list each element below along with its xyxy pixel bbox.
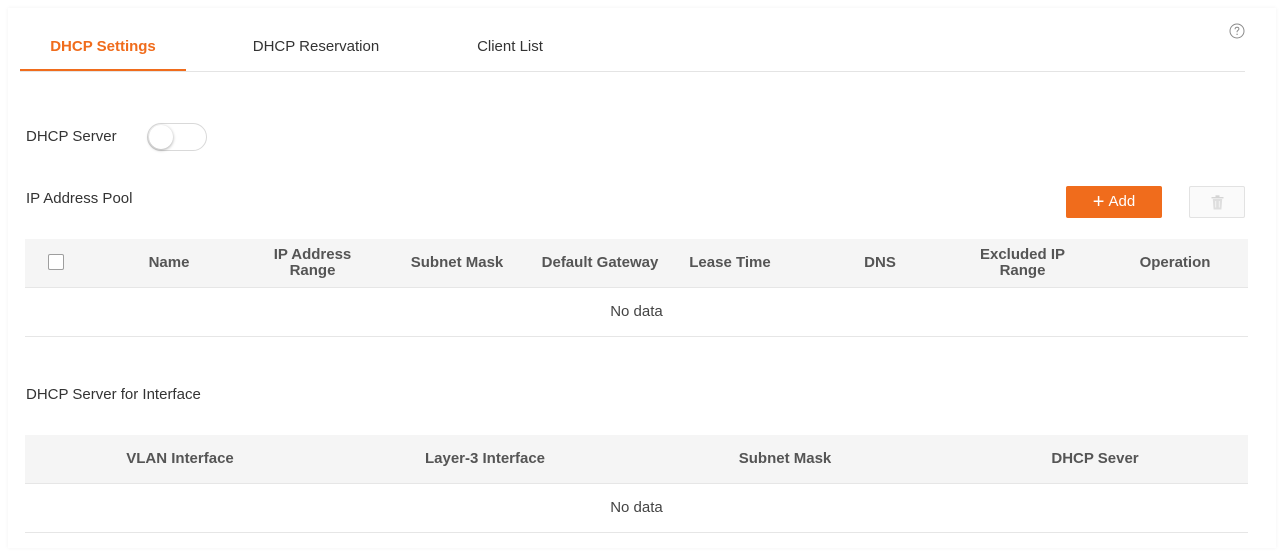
plus-icon: + (1092, 191, 1105, 213)
tab-bar: DHCP Settings DHCP Reservation Client Li… (20, 26, 1245, 72)
col-ip-address-range: IP Address Range (273, 246, 352, 279)
select-all-checkbox[interactable] (48, 254, 64, 270)
ip-pool-title: IP Address Pool (26, 190, 133, 207)
interface-empty-row: No data (25, 484, 1248, 533)
trash-icon (1211, 195, 1224, 210)
col-operation: Operation (1139, 254, 1211, 271)
add-button[interactable]: + Add (1066, 186, 1162, 218)
col-interface-subnet-mask: Subnet Mask (738, 450, 832, 467)
col-lease-time: Lease Time (689, 254, 771, 271)
toggle-knob (149, 125, 173, 149)
pool-table-header: Name IP Address Range Subnet Mask Defaul… (25, 239, 1248, 288)
col-dns: DNS (864, 254, 896, 271)
dhcp-server-toggle[interactable] (147, 123, 207, 151)
col-layer3-interface: Layer-3 Interface (424, 450, 546, 467)
col-excluded-ip-range: Excluded IP Range (979, 246, 1066, 279)
pool-empty-row: No data (25, 288, 1248, 337)
add-button-label: Add (1108, 193, 1136, 210)
col-name: Name (148, 254, 190, 271)
question-circle-icon[interactable] (1229, 23, 1245, 39)
col-vlan-interface: VLAN Interface (126, 450, 234, 467)
delete-button[interactable] (1189, 186, 1245, 218)
col-dhcp-server: DHCP Sever (1051, 450, 1139, 467)
interface-section-title: DHCP Server for Interface (26, 386, 201, 403)
tab-dhcp-settings[interactable]: DHCP Settings (20, 26, 186, 71)
col-default-gateway: Default Gateway (541, 254, 659, 271)
col-subnet-mask: Subnet Mask (410, 254, 504, 271)
interface-table-header: VLAN Interface Layer-3 Interface Subnet … (25, 435, 1248, 484)
tab-dhcp-reservation[interactable]: DHCP Reservation (236, 26, 396, 71)
dhcp-server-label: DHCP Server (26, 128, 117, 145)
tab-client-list[interactable]: Client List (455, 26, 565, 71)
